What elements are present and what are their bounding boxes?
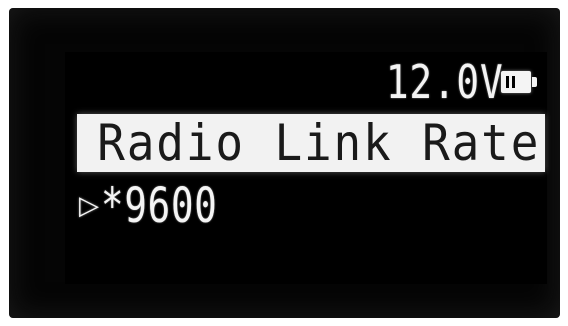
oled-screen: 12.0V Radio Link Rate ▷ *9600 xyxy=(65,52,547,284)
battery-icon xyxy=(501,71,537,93)
battery-segment xyxy=(506,76,509,88)
voltage-readout: 12.0V xyxy=(385,55,503,109)
status-bar: 12.0V xyxy=(360,56,537,108)
photo-frame: 12.0V Radio Link Rate ▷ *9600 xyxy=(0,0,568,326)
menu-title: Radio Link Rate xyxy=(97,114,541,172)
play-triangle-icon: ▷ xyxy=(79,191,99,221)
battery-body xyxy=(501,71,531,93)
menu-option-selected[interactable]: ▷ *9600 xyxy=(79,176,251,236)
menu-option-label: *9600 xyxy=(101,178,218,234)
battery-segment xyxy=(512,76,515,88)
device-bezel: 12.0V Radio Link Rate ▷ *9600 xyxy=(9,8,560,318)
battery-terminal xyxy=(532,77,537,87)
menu-title-bar: Radio Link Rate xyxy=(77,114,545,172)
